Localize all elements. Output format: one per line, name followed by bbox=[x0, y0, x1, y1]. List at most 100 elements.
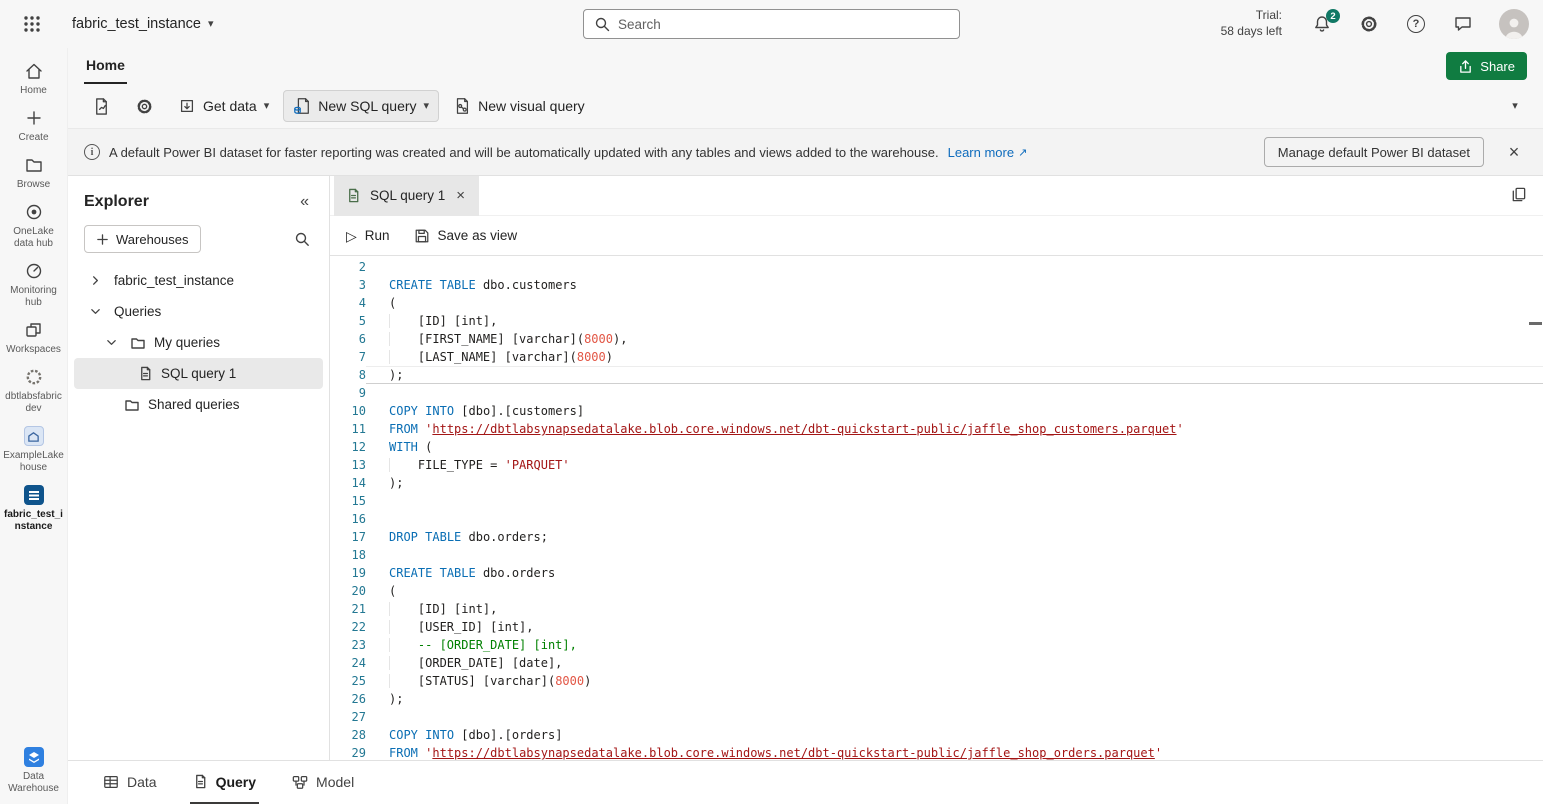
tab-model[interactable]: Model bbox=[289, 761, 357, 804]
new-report-button[interactable] bbox=[82, 90, 121, 122]
line-content bbox=[366, 258, 1543, 276]
rail-item-data-warehouse[interactable]: Data Warehouse bbox=[2, 746, 66, 796]
feedback-icon bbox=[1453, 14, 1473, 34]
sql-code-editor[interactable]: 23CREATE TABLE dbo.customers4(5 [ID] [in… bbox=[330, 256, 1543, 760]
new-visual-query-button[interactable]: New visual query bbox=[443, 90, 595, 122]
workspace-name: fabric_test_instance bbox=[72, 16, 201, 32]
code-line[interactable]: 23 -- [ORDER_DATE] [int], bbox=[330, 636, 1543, 654]
share-button[interactable]: Share bbox=[1446, 52, 1527, 80]
code-line[interactable]: 26); bbox=[330, 690, 1543, 708]
search-icon bbox=[594, 16, 610, 32]
code-line[interactable]: 24 [ORDER_DATE] [date], bbox=[330, 654, 1543, 672]
account-avatar[interactable] bbox=[1499, 9, 1529, 39]
feedback-button[interactable] bbox=[1452, 13, 1474, 35]
code-line[interactable]: 29FROM 'https://dbtlabsynapsedatalake.bl… bbox=[330, 744, 1543, 760]
run-button[interactable]: ▷ Run bbox=[346, 228, 390, 243]
save-as-view-button[interactable]: Save as view bbox=[414, 228, 518, 244]
code-line[interactable]: 7 [LAST_NAME] [varchar](8000) bbox=[330, 348, 1543, 366]
line-number: 6 bbox=[330, 330, 366, 348]
code-line[interactable]: 12WITH ( bbox=[330, 438, 1543, 456]
dataset-info-banner: i A default Power BI dataset for faster … bbox=[68, 128, 1543, 176]
info-icon: i bbox=[84, 144, 100, 160]
close-icon[interactable]: × bbox=[454, 187, 467, 204]
query-tab-sql-query-1[interactable]: SQL query 1 × bbox=[334, 176, 479, 216]
query-tab-strip: SQL query 1 × bbox=[330, 176, 1543, 216]
code-line[interactable]: 9 bbox=[330, 384, 1543, 402]
code-line[interactable]: 14); bbox=[330, 474, 1543, 492]
line-content: ( bbox=[366, 294, 1543, 312]
help-button[interactable]: ? bbox=[1405, 13, 1427, 35]
collapse-panel-icon[interactable]: « bbox=[294, 191, 315, 213]
line-number: 11 bbox=[330, 420, 366, 438]
code-line[interactable]: 19CREATE TABLE dbo.orders bbox=[330, 564, 1543, 582]
tree-item-sql-query-1[interactable]: SQL query 1 bbox=[74, 358, 323, 389]
tree-item-my-queries[interactable]: My queries bbox=[68, 327, 329, 358]
code-line[interactable]: 8); bbox=[330, 366, 1543, 384]
line-content: CREATE TABLE dbo.orders bbox=[366, 564, 1543, 582]
line-content: [FIRST_NAME] [varchar](8000), bbox=[366, 330, 1543, 348]
banner-text: A default Power BI dataset for faster re… bbox=[109, 145, 939, 160]
explorer-search-button[interactable] bbox=[289, 226, 315, 252]
add-warehouses-button[interactable]: Warehouses bbox=[84, 225, 201, 253]
chevron-down-icon: ▾ bbox=[208, 19, 214, 30]
search-input[interactable] bbox=[618, 17, 949, 32]
code-line[interactable]: 15 bbox=[330, 492, 1543, 510]
code-line[interactable]: 4( bbox=[330, 294, 1543, 312]
manage-dataset-button[interactable]: Manage default Power BI dataset bbox=[1264, 137, 1484, 167]
warehouse-settings-button[interactable] bbox=[125, 90, 164, 122]
rail-item-fabric-test-instance[interactable]: fabric_test_instance bbox=[2, 484, 66, 534]
code-line[interactable]: 17DROP TABLE dbo.orders; bbox=[330, 528, 1543, 546]
code-line[interactable]: 28COPY INTO [dbo].[orders] bbox=[330, 726, 1543, 744]
learn-more-link[interactable]: Learn more ↗ bbox=[948, 145, 1028, 160]
code-line[interactable]: 25 [STATUS] [varchar](8000) bbox=[330, 672, 1543, 690]
rail-item-dbtlabsfabricdev[interactable]: dbtlabsfabricdev bbox=[2, 366, 66, 416]
rail-item-workspaces[interactable]: Workspaces bbox=[2, 319, 66, 357]
rail-item-onelake-data-hub[interactable]: OneLake data hub bbox=[2, 201, 66, 251]
code-line[interactable]: 27 bbox=[330, 708, 1543, 726]
tree-item-warehouse[interactable]: fabric_test_instance bbox=[68, 265, 329, 296]
settings-button[interactable] bbox=[1358, 13, 1380, 35]
tab-data[interactable]: Data bbox=[100, 761, 160, 804]
new-sql-query-button[interactable]: New SQL query ▾ bbox=[283, 90, 439, 122]
chevron-down-icon bbox=[88, 306, 102, 317]
code-line[interactable]: 3CREATE TABLE dbo.customers bbox=[330, 276, 1543, 294]
rail-item-home[interactable]: Home bbox=[2, 60, 66, 98]
code-line[interactable]: 21 [ID] [int], bbox=[330, 600, 1543, 618]
global-search[interactable] bbox=[583, 9, 960, 39]
code-line[interactable]: 6 [FIRST_NAME] [varchar](8000), bbox=[330, 330, 1543, 348]
get-data-button[interactable]: Get data ▾ bbox=[168, 90, 279, 122]
line-content bbox=[366, 510, 1543, 528]
view-switcher: Data Query Model bbox=[68, 760, 1543, 804]
chevron-down-icon: ▾ bbox=[424, 101, 430, 112]
rail-item-examplelakehouse[interactable]: ExampleLakehouse bbox=[2, 425, 66, 475]
code-line[interactable]: 5 [ID] [int], bbox=[330, 312, 1543, 330]
ribbon-tab-home[interactable]: Home bbox=[84, 48, 127, 84]
query-editor-area: SQL query 1 × ▷ Run Save as view 23CREAT… bbox=[330, 176, 1543, 760]
line-number: 17 bbox=[330, 528, 366, 546]
line-content: COPY INTO [dbo].[customers] bbox=[366, 402, 1543, 420]
rail-item-create[interactable]: Create bbox=[2, 107, 66, 145]
code-line[interactable]: 18 bbox=[330, 546, 1543, 564]
rail-item-browse[interactable]: Browse bbox=[2, 154, 66, 192]
line-content bbox=[366, 546, 1543, 564]
code-line[interactable]: 13 FILE_TYPE = 'PARQUET' bbox=[330, 456, 1543, 474]
tree-item-shared-queries[interactable]: Shared queries bbox=[68, 389, 329, 420]
line-content: [ID] [int], bbox=[366, 312, 1543, 330]
tab-query[interactable]: Query bbox=[190, 761, 259, 804]
app-launcher-icon[interactable] bbox=[20, 12, 44, 36]
code-line[interactable]: 10COPY INTO [dbo].[customers] bbox=[330, 402, 1543, 420]
banner-close-button[interactable]: × bbox=[1501, 139, 1527, 165]
workspace-selector[interactable]: fabric_test_instance ▾ bbox=[72, 0, 214, 48]
copy-icon[interactable] bbox=[1510, 186, 1527, 203]
code-line[interactable]: 22 [USER_ID] [int], bbox=[330, 618, 1543, 636]
code-line[interactable]: 20( bbox=[330, 582, 1543, 600]
notifications-button[interactable]: 2 bbox=[1311, 13, 1333, 35]
collapse-ribbon-button[interactable]: ▾ bbox=[1501, 92, 1529, 120]
tree-item-queries[interactable]: Queries bbox=[68, 296, 329, 327]
rail-item-monitoring-hub[interactable]: Monitoring hub bbox=[2, 260, 66, 310]
plus-icon bbox=[24, 108, 44, 128]
code-line[interactable]: 16 bbox=[330, 510, 1543, 528]
code-line[interactable]: 11FROM 'https://dbtlabsynapsedatalake.bl… bbox=[330, 420, 1543, 438]
monitoring-icon bbox=[24, 261, 44, 281]
code-line[interactable]: 2 bbox=[330, 258, 1543, 276]
